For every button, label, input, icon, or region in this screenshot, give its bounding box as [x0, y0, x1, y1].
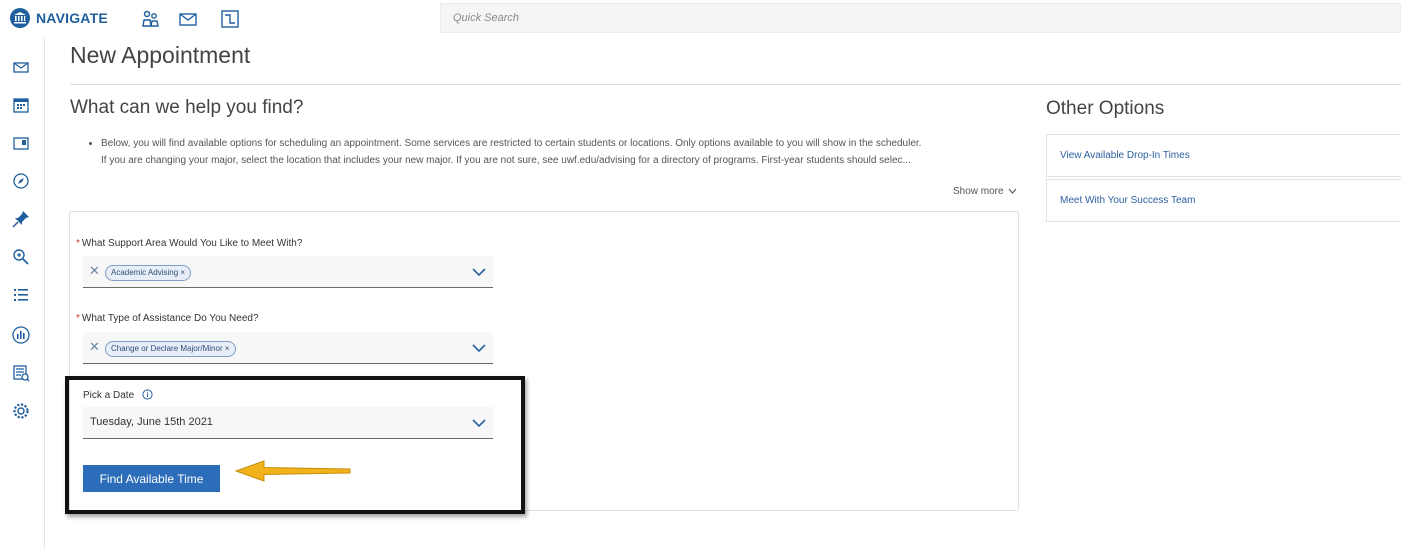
show-more-link[interactable]: Show more [953, 186, 1017, 197]
search-placeholder: Quick Search [453, 12, 520, 24]
list-icon[interactable] [11, 285, 31, 305]
help-bullet: If you are changing your major, select t… [101, 153, 1031, 168]
title-divider [70, 84, 1401, 85]
arrow-left-icon [234, 460, 351, 482]
drop-in-times-option[interactable]: View Available Drop-In Times [1046, 134, 1401, 177]
success-team-option[interactable]: Meet With Your Success Team [1046, 179, 1401, 222]
app-name: NAVIGATE [36, 10, 108, 26]
help-bullets: Below, you will find available options f… [87, 136, 1031, 170]
folder-icon[interactable] [11, 133, 31, 153]
report-icon[interactable] [11, 363, 31, 383]
other-options-heading: Other Options [1046, 98, 1165, 119]
navigate-logo[interactable]: NAVIGATE [10, 8, 108, 28]
selected-tag[interactable]: Change or Declare Major/Minor × [105, 341, 236, 357]
chevron-down-icon[interactable] [471, 265, 487, 279]
help-bullet: Below, you will find available options f… [101, 136, 1031, 151]
assistance-type-select[interactable]: ✕ Change or Declare Major/Minor × [83, 332, 493, 364]
pin-icon[interactable] [11, 209, 31, 229]
selected-tag[interactable]: Academic Advising × [105, 265, 192, 281]
chart-icon[interactable] [11, 325, 31, 345]
sidebar [0, 37, 45, 548]
bank-icon [10, 8, 30, 28]
zoom-icon[interactable] [11, 247, 31, 267]
required-marker: * [76, 313, 80, 324]
show-more-label: Show more [953, 186, 1004, 197]
chevron-down-icon [1008, 188, 1017, 194]
mail-icon[interactable] [178, 9, 198, 29]
compass-icon[interactable] [11, 171, 31, 191]
required-marker: * [76, 238, 80, 249]
flowchart-icon[interactable] [220, 9, 240, 29]
clear-icon[interactable]: ✕ [89, 263, 100, 279]
students-icon[interactable] [141, 9, 161, 29]
support-area-label: * What Support Area Would You Like to Mee… [76, 238, 303, 249]
highlight-box [65, 376, 525, 514]
gear-icon[interactable] [11, 401, 31, 421]
support-area-select[interactable]: ✕ Academic Advising × [83, 256, 493, 288]
help-heading: What can we help you find? [70, 97, 304, 118]
clear-icon[interactable]: ✕ [89, 339, 100, 355]
mail-icon[interactable] [11, 57, 31, 77]
top-bar: NAVIGATE Quick Search [0, 0, 1401, 37]
quick-search-input[interactable]: Quick Search [440, 3, 1401, 33]
chevron-down-icon[interactable] [471, 341, 487, 355]
assistance-type-label: * What Type of Assistance Do You Need? [76, 313, 259, 324]
page-title: New Appointment [70, 42, 251, 68]
option-link[interactable]: Meet With Your Success Team [1060, 195, 1195, 206]
option-link[interactable]: View Available Drop-In Times [1060, 150, 1190, 161]
calendar-icon[interactable] [11, 95, 31, 115]
